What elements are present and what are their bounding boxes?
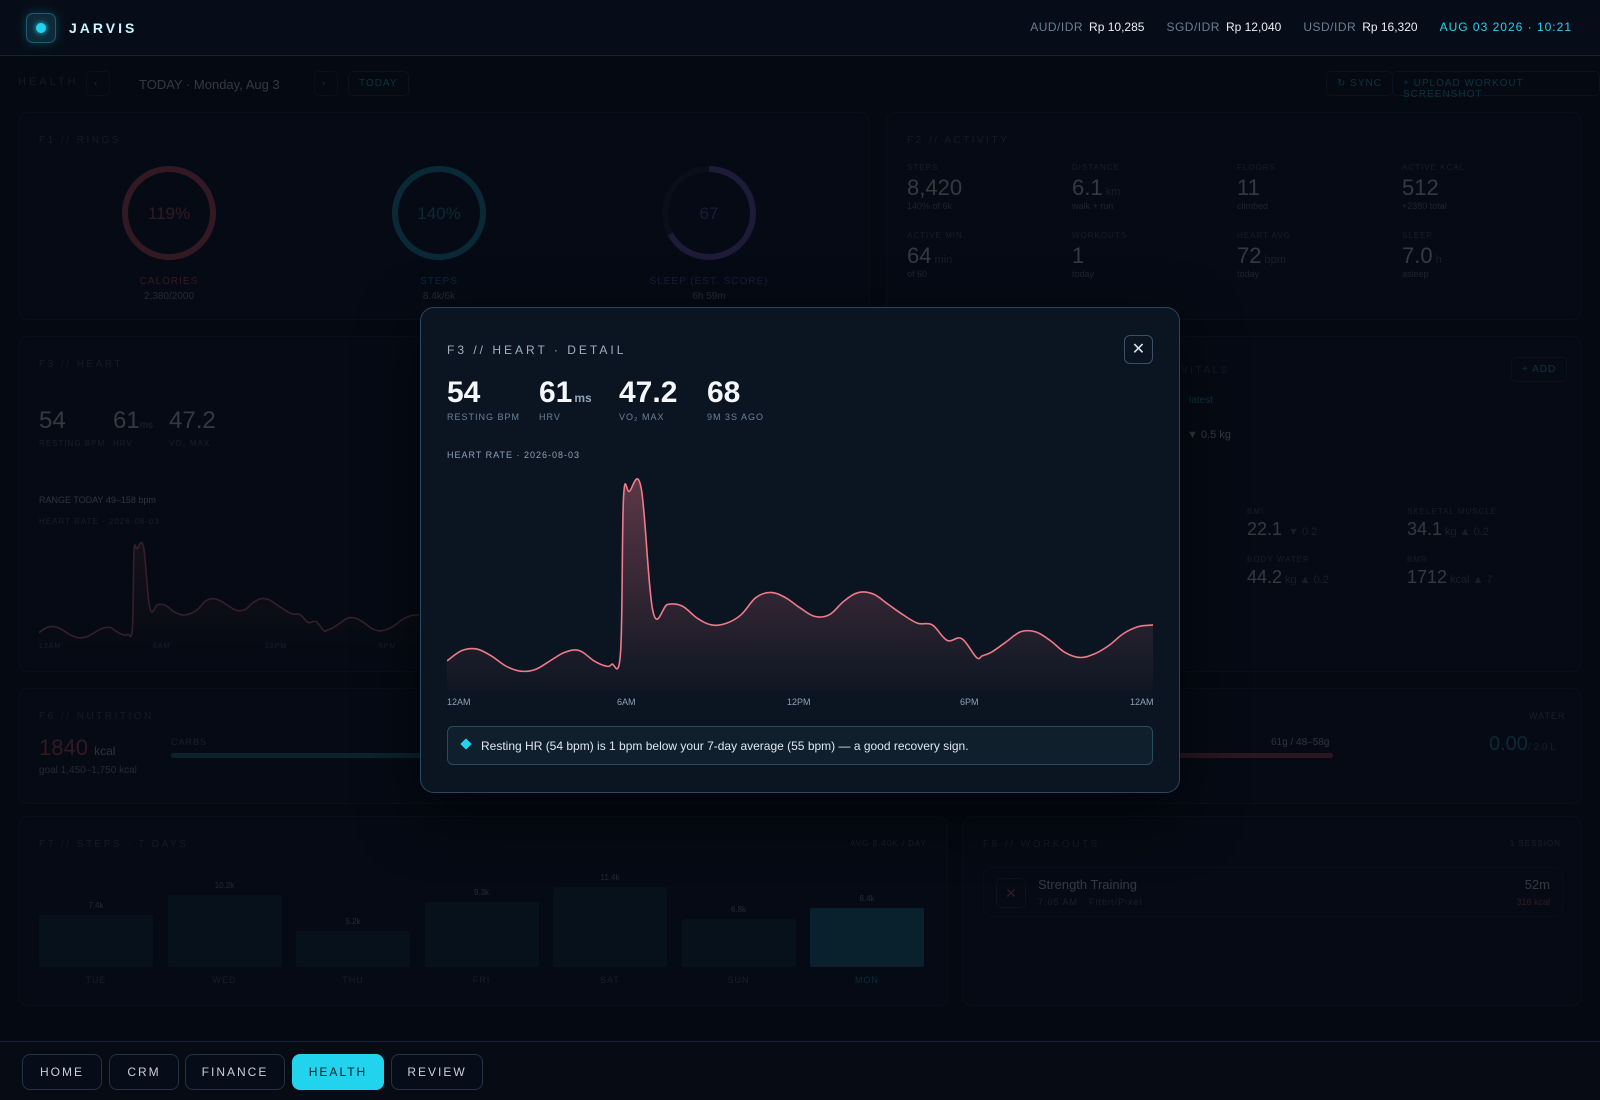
stat-resting: 54 RESTING BPM [447,376,520,422]
top-bar: JARVIS AUD/IDR Rp 10,285 SGD/IDR Rp 12,040… [0,0,1600,56]
insight-box: Resting HR (54 bpm) is 1 bpm below your … [447,726,1153,765]
stat-label: 9M 3S AGO [707,412,765,422]
x-tick: 12AM [447,697,471,707]
heart-detail-modal: F3 // HEART · DETAIL ✕ 54 RESTING BPM 61… [420,307,1180,793]
stat-value: 61 ms [539,376,592,409]
nav-health[interactable]: HEALTH [292,1054,384,1090]
modal-title: F3 // HEART · DETAIL [447,343,627,357]
stat-value: 47.2 [619,376,678,409]
nav-review[interactable]: REVIEW [391,1054,483,1090]
logo[interactable] [26,13,56,43]
x-tick: 12PM [787,697,811,707]
insight-text: Resting HR (54 bpm) is 1 bpm below your … [481,739,969,753]
nav-finance[interactable]: FINANCE [185,1054,285,1090]
stat-value: 54 [447,376,481,409]
stat-label: RESTING BPM [447,412,521,422]
stat-vo2max: 47.2 VO₂ MAX [619,376,677,422]
nav-crm[interactable]: CRM [109,1054,179,1090]
stat-hrv: 61 ms HRV [539,376,592,422]
x-tick: 6AM [617,697,636,707]
brand-name: JARVIS [69,20,138,36]
stat-value: 68 [707,376,741,409]
rate-aud: AUD/IDR Rp 10,285 [1030,20,1145,34]
bottom-nav: HOME CRM FINANCE HEALTH REVIEW [0,1041,1600,1100]
close-button[interactable]: ✕ [1124,335,1153,364]
nav-home[interactable]: HOME [22,1054,102,1090]
x-tick: 12AM [1130,697,1154,707]
rate-usd: USD/IDR Rp 16,320 [1303,20,1418,34]
clock: AUG 03 2026 · 10:21 [1439,20,1572,34]
close-icon: ✕ [1131,341,1146,358]
exchange-rates: AUD/IDR Rp 10,285 SGD/IDR Rp 12,040 USD/ID… [1030,20,1572,34]
diamond-icon [460,738,472,750]
heart-rate-chart [447,478,1153,690]
stat-label: HRV [539,412,561,422]
x-tick: 6PM [960,697,979,707]
rate-sgd: SGD/IDR Rp 12,040 [1166,20,1282,34]
chart-title: HEART RATE · 2026-08-03 [447,450,581,460]
stat-label: VO₂ MAX [619,412,665,422]
logo-dot-icon [36,23,46,33]
stat-current-hr: 68 9M 3S AGO [707,376,764,422]
